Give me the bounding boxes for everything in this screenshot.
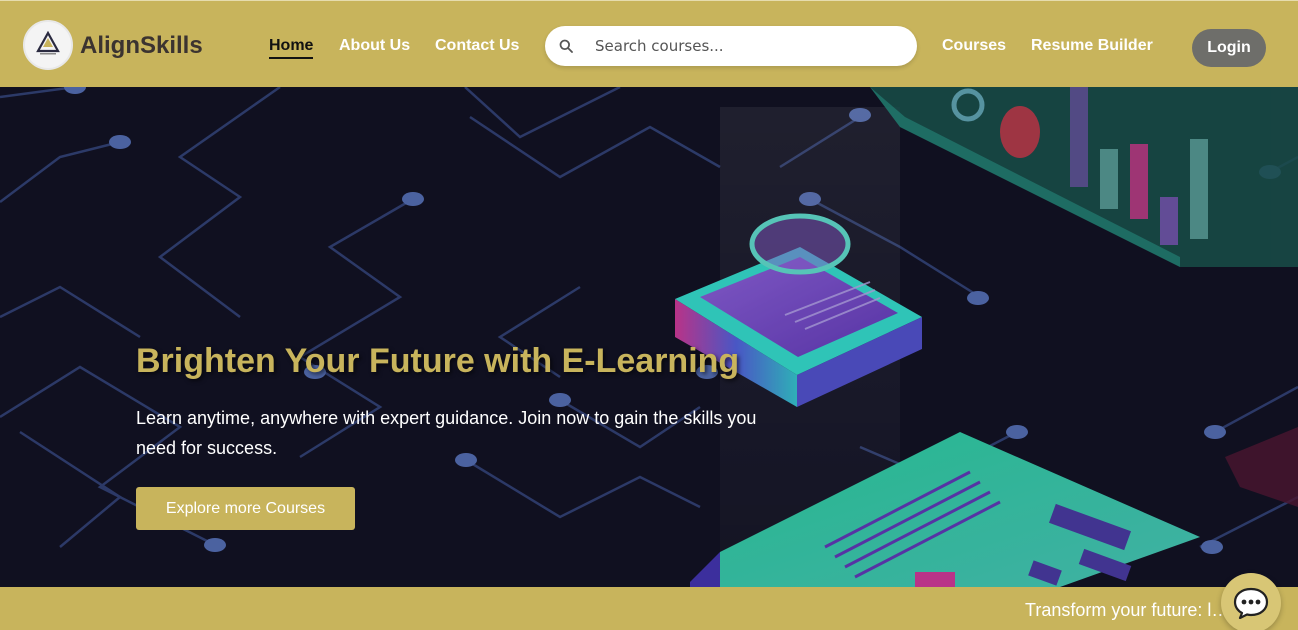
hero-section: Brighten Your Future with E-Learning Lea… — [0, 87, 1298, 587]
nav-courses[interactable]: Courses — [942, 36, 1006, 56]
nav-about-us[interactable]: About Us — [339, 36, 410, 56]
chat-button[interactable] — [1221, 573, 1281, 630]
explore-courses-button[interactable]: Explore more Courses — [136, 487, 355, 530]
search-input[interactable] — [595, 34, 895, 58]
triangle-logo-icon — [36, 31, 60, 55]
search-box — [545, 26, 917, 66]
search-icon — [559, 39, 573, 53]
navbar: AlignSkills Home About Us Contact Us Cou… — [0, 0, 1298, 87]
nav-resume-builder[interactable]: Resume Builder — [1031, 36, 1153, 56]
nav-home[interactable]: Home — [269, 36, 314, 59]
page: AlignSkills Home About Us Contact Us Cou… — [0, 0, 1298, 630]
brand-logo[interactable] — [23, 20, 73, 70]
brand-name[interactable]: AlignSkills — [80, 32, 203, 60]
nav-contact-us[interactable]: Contact Us — [435, 36, 519, 56]
login-button[interactable]: Login — [1192, 29, 1266, 67]
hero-title: Brighten Your Future with E-Learning — [136, 342, 740, 380]
announcement-ticker: Transform your future: l…or t — [0, 587, 1298, 630]
hero-subtitle: Learn anytime, anywhere with expert guid… — [136, 408, 757, 458]
chat-bubble-icon — [1233, 587, 1269, 619]
